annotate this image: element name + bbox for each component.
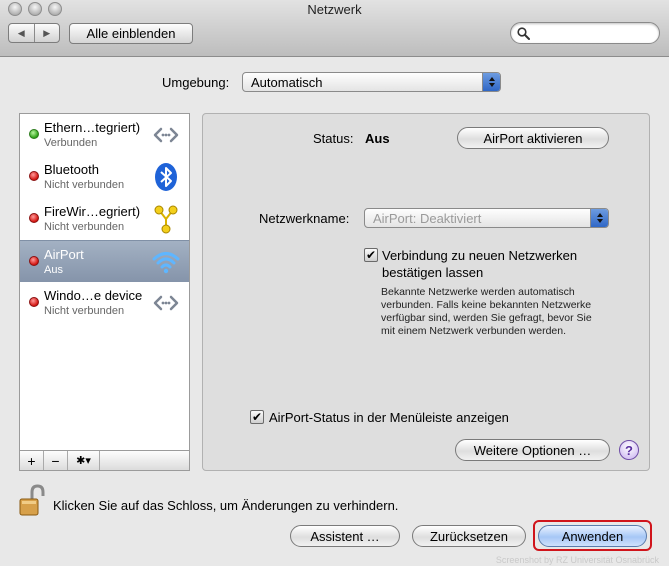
network-preferences-window: Netzwerk ◀ ▶ Alle einblenden Umgebung: A… bbox=[0, 0, 669, 566]
status-dot-connected bbox=[29, 129, 39, 139]
popup-arrows-icon bbox=[482, 73, 500, 91]
status-value: Aus bbox=[365, 131, 390, 146]
confirm-help-line-1: Bekannte Netzwerke werden automatisch bbox=[381, 286, 575, 298]
service-item-ethernet[interactable]: Ethern…tegriert) Verbunden bbox=[20, 114, 189, 156]
service-item-firewire[interactable]: FireWir…egriert) Nicht verbunden bbox=[20, 198, 189, 240]
network-name-label: Netzwerkname: bbox=[259, 211, 350, 226]
gear-menu-button[interactable]: ✱▾ bbox=[68, 451, 100, 470]
status-dot-disconnected bbox=[29, 297, 39, 307]
assistant-button[interactable]: Assistent … bbox=[290, 525, 400, 547]
lock-icon[interactable] bbox=[19, 484, 45, 516]
firewire-icon bbox=[154, 205, 178, 234]
confirm-help-line-2: verbunden. Falls keine bekannten Netzwer… bbox=[381, 299, 592, 311]
location-popup[interactable]: Automatisch bbox=[242, 72, 501, 92]
airport-activate-button[interactable]: AirPort aktivieren bbox=[457, 127, 609, 149]
confirm-networks-label-cont: bestätigen lassen bbox=[382, 265, 484, 280]
menubar-status-label: AirPort-Status in der Menüleiste anzeige… bbox=[269, 410, 509, 425]
confirm-help-line-3: verfügbar sind, werden Sie gefragt, bevo… bbox=[381, 312, 592, 324]
status-dot-disconnected bbox=[29, 171, 39, 181]
ethernet-icon bbox=[153, 295, 179, 311]
title-bar: Netzwerk ◀ ▶ Alle einblenden bbox=[0, 0, 669, 57]
service-status: Nicht verbunden bbox=[44, 179, 125, 191]
network-name-popup[interactable]: AirPort: Deaktiviert bbox=[364, 208, 609, 228]
location-value: Automatisch bbox=[251, 74, 323, 90]
confirm-help-line-4: mit einem Netzwerk verbunden werden. bbox=[381, 325, 567, 337]
help-button[interactable]: ? bbox=[619, 440, 639, 460]
service-list: Ethern…tegriert) Verbunden Bluetooth Nic… bbox=[19, 113, 190, 451]
service-item-bluetooth[interactable]: Bluetooth Nicht verbunden bbox=[20, 156, 189, 198]
service-item-airport[interactable]: AirPort Aus bbox=[20, 240, 189, 282]
status-dot-disconnected bbox=[29, 256, 39, 266]
search-field[interactable] bbox=[510, 22, 660, 44]
location-label: Umgebung: bbox=[162, 75, 230, 90]
add-service-button[interactable]: + bbox=[20, 451, 44, 470]
service-name: FireWir…egriert) bbox=[44, 204, 141, 219]
service-name: Windo…e device bbox=[44, 288, 143, 303]
window-title: Netzwerk bbox=[307, 2, 362, 17]
revert-button[interactable]: Zurücksetzen bbox=[412, 525, 526, 547]
service-status: Nicht verbunden bbox=[44, 305, 125, 317]
status-dot-disconnected bbox=[29, 213, 39, 223]
lock-hint: Klicken Sie auf das Schloss, um Änderung… bbox=[53, 498, 399, 513]
wifi-icon bbox=[152, 252, 180, 274]
back-forward-control: ◀ ▶ bbox=[8, 23, 60, 43]
more-options-button[interactable]: Weitere Optionen … bbox=[455, 439, 610, 461]
service-list-toolbar: + − ✱▾ bbox=[19, 451, 190, 471]
service-name: Ethern…tegriert) bbox=[44, 120, 141, 135]
remove-service-button[interactable]: − bbox=[44, 451, 68, 470]
network-name-value: AirPort: Deaktiviert bbox=[373, 210, 482, 226]
back-arrow-icon[interactable]: ◀ bbox=[9, 24, 35, 42]
bluetooth-icon bbox=[155, 163, 177, 191]
status-label: Status: bbox=[313, 131, 354, 146]
service-status: Aus bbox=[44, 264, 63, 276]
service-name: Bluetooth bbox=[44, 162, 99, 177]
confirm-networks-label: Verbindung zu neuen Netzwerken bbox=[382, 248, 578, 263]
show-all-button[interactable]: Alle einblenden bbox=[69, 23, 193, 44]
service-name: AirPort bbox=[44, 247, 84, 262]
confirm-networks-checkbox[interactable]: ✔ bbox=[364, 248, 378, 262]
apply-button[interactable]: Anwenden bbox=[538, 525, 647, 547]
search-icon bbox=[517, 27, 530, 40]
service-status: Verbunden bbox=[44, 137, 98, 149]
popup-arrows-icon bbox=[590, 209, 608, 227]
forward-arrow-icon[interactable]: ▶ bbox=[35, 24, 60, 42]
menubar-status-checkbox[interactable]: ✔ bbox=[250, 410, 264, 424]
ethernet-icon bbox=[153, 127, 179, 143]
service-status: Nicht verbunden bbox=[44, 221, 125, 233]
screenshot-credit: Screenshot by RZ Universität Osnabrück bbox=[495, 555, 659, 565]
service-item-windows-device[interactable]: Windo…e device Nicht verbunden bbox=[20, 282, 189, 324]
